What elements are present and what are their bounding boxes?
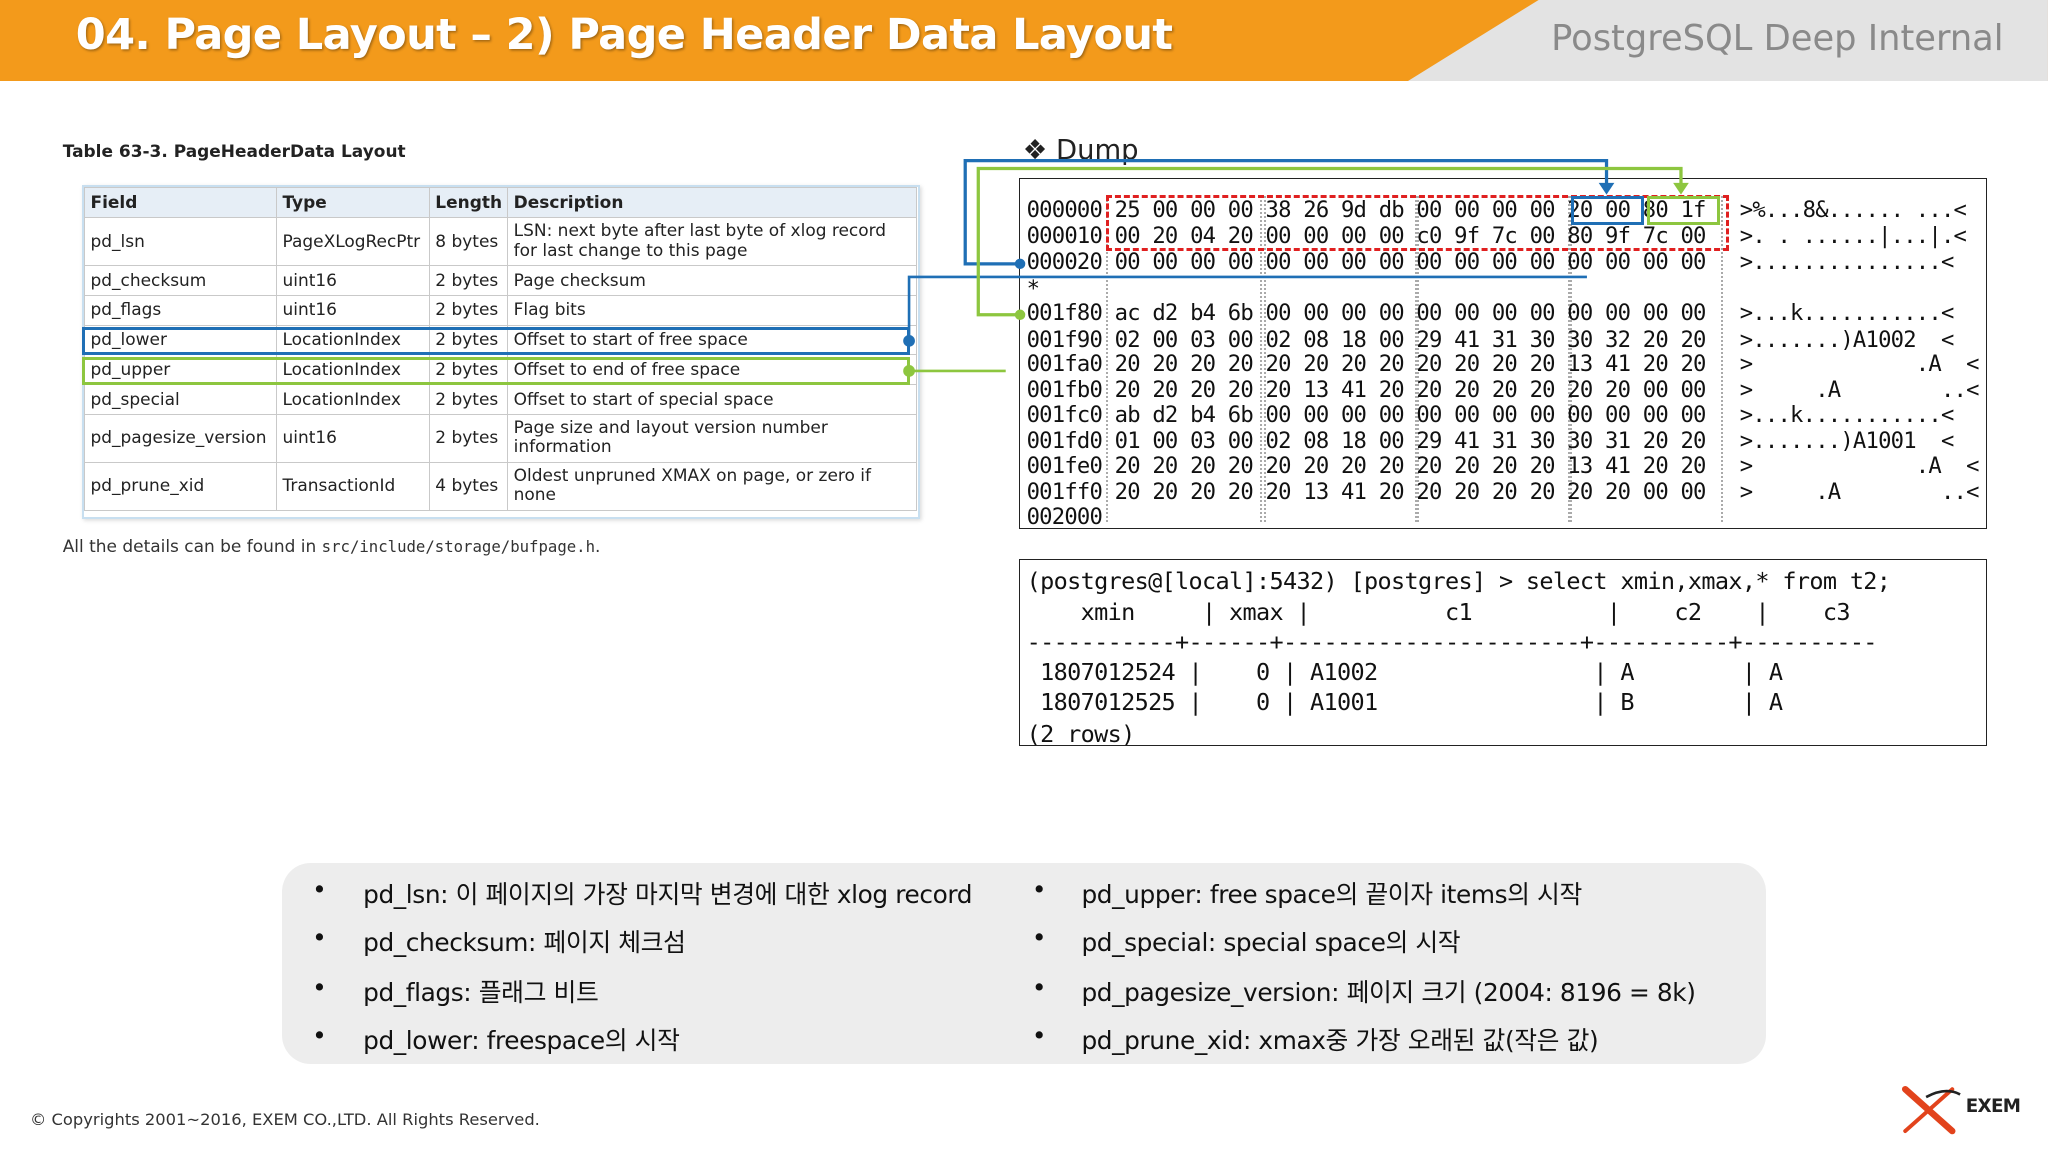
table-header-row: Field Type Length Description [84,187,918,219]
table-title: Table 63-3. PageHeaderData Layout [62,142,406,163]
cell-description: LSN: next byte after last byte of xlog r… [507,217,918,267]
bullet-marker: • [1031,1021,1047,1051]
dump-hex-line: * [1026,275,1040,302]
dump-ascii-line: > .A < [1739,453,1980,480]
cell-field: pd_pagesize_version [84,413,278,463]
sql-row-count: (2 rows) [1026,719,1136,748]
dump-hex-line: 001fa0 20 20 20 20 20 20 20 20 20 20 20 … [1026,351,1707,378]
pd-upper-highlight [82,356,911,386]
dump-ascii-line: >...............< [1739,249,1955,276]
dump-ascii-line: >...k...........< [1739,300,1955,327]
exem-logo-text: EXEM [1965,1095,2021,1117]
bullet-marker: • [1031,875,1047,905]
sql-row: 1807012524 | 0 | A1002 | A | A [1026,658,1783,687]
dump-ascii-line: >.......)A1002 < [1739,326,1955,353]
pd-upper-bytes-box [1647,195,1721,225]
table-row: pd_flags uint16 2 bytes Flag bits [84,294,918,326]
cell-type: uint16 [276,294,431,326]
dump-ascii-line: >%...8&...... ...< [1739,197,1967,224]
cell-field: pd_special [84,384,278,415]
dump-ascii-line: >. . ......|...|.< [1739,223,1967,250]
slide-subtitle: PostgreSQL Deep Internal [1551,18,2004,60]
dump-ascii-line: > .A ..< [1739,377,1980,404]
dump-hex-line: 001fb0 20 20 20 20 20 13 41 20 20 20 20 … [1026,377,1707,404]
cell-length: 4 bytes [429,461,509,511]
slide: 04. Page Layout – 2) Page Header Data La… [0,0,2048,1152]
dump-ascii-line: > .A ..< [1739,479,1980,506]
table-row: pd_prune_xid TransactionId 4 bytes Oldes… [84,461,918,511]
exem-logo-icon [1902,1086,1962,1135]
cell-field: pd_prune_xid [84,461,278,511]
bullet-pd-lower: pd_lower: freespace의 시작 [363,1026,680,1056]
table-row: pd_lsn PageXLogRecPtr 8 bytes LSN: next … [84,217,918,267]
bullet-pd-prune-xid: pd_prune_xid: xmax중 가장 오래된 값(작은 값) [1081,1026,1599,1056]
dump-title: ❖ Dump [1022,134,1139,166]
pd-lower-bytes-box [1571,195,1645,225]
sql-query: (postgres@[local]:5432) [postgres] > sel… [1026,566,1891,595]
sql-header: xmin | xmax | c1 | c2 | c3 [1026,598,1851,627]
cell-length: 2 bytes [429,384,509,415]
bullet-pd-checksum: pd_checksum: 페이지 체크섬 [363,928,686,958]
col-header-type: Type [276,187,431,219]
dump-hex-line: 000020 00 00 00 00 00 00 00 00 00 00 00 … [1026,249,1707,276]
cell-length: 2 bytes [429,413,509,463]
dump-hex-line: 002000 [1026,504,1103,531]
cell-type: LocationIndex [276,384,431,415]
cell-description: Oldest unpruned XMAX on page, or zero if… [507,461,918,511]
bullet-pd-flags: pd_flags: 플래그 비트 [363,978,599,1008]
cell-length: 2 bytes [429,265,509,296]
bullet-marker: • [1031,973,1047,1003]
dump-ascii-line: >...k...........< [1739,402,1955,429]
cell-description: Offset to start of special space [507,384,918,415]
bullet-marker: • [312,875,327,905]
bullet-marker: • [312,973,327,1003]
dump-hex-line: 001fd0 01 00 03 00 02 08 18 00 29 41 31 … [1026,428,1707,455]
bullet-pd-pagesize-version: pd_pagesize_version: 페이지 크기 (2004: 8196 … [1081,978,1696,1008]
bullet-pd-lsn: pd_lsn: 이 페이지의 가장 마지막 변경에 대한 xlog record [363,880,973,910]
cell-description: Page size and layout version number info… [507,413,918,463]
bullet-marker: • [312,923,327,953]
dump-ascii-line: >.......)A1001 < [1739,428,1955,455]
dump-hex-line: 001fe0 20 20 20 20 20 20 20 20 20 20 20 … [1026,453,1707,480]
source-path: src/include/storage/bufpage.h [321,536,596,556]
bullet-marker: • [1031,923,1047,953]
sql-separator: -----------+------+---------------------… [1026,628,1878,657]
sql-row: 1807012525 | 0 | A1001 | B | A [1026,688,1783,717]
cell-field: pd_flags [84,294,278,326]
col-header-description: Description [507,187,918,219]
cell-length: 2 bytes [429,294,509,326]
bullet-marker: • [312,1021,327,1051]
table-row: pd_pagesize_version uint16 2 bytes Page … [84,413,918,463]
cell-field: pd_lsn [84,217,278,267]
bullet-pd-upper: pd_upper: free space의 끝이자 items의 시작 [1081,880,1582,910]
cell-length: 8 bytes [429,217,509,267]
cell-type: uint16 [276,413,431,463]
table-note: All the details can be found in src/incl… [62,536,601,557]
slide-title: 04. Page Layout – 2) Page Header Data La… [75,10,1173,61]
cell-type: uint16 [276,265,431,296]
copyright-text: © Copyrights 2001~2016, EXEM CO.,LTD. Al… [30,1110,540,1130]
table-row: pd_special LocationIndex 2 bytes Offset … [84,384,918,415]
dump-hex-line: 001fc0 ab d2 b4 6b 00 00 00 00 00 00 00 … [1026,402,1707,429]
cell-field: pd_checksum [84,265,278,296]
cell-description: Flag bits [507,294,918,326]
pd-lower-highlight [82,326,911,356]
cell-type: PageXLogRecPtr [276,217,431,267]
col-header-length: Length [429,187,509,219]
cell-type: TransactionId [276,461,431,511]
dump-hex-line: 001f90 02 00 03 00 02 08 18 00 29 41 31 … [1026,326,1707,353]
dump-hex-line: 001f80 ac d2 b4 6b 00 00 00 00 00 00 00 … [1026,300,1707,327]
table-row: pd_checksum uint16 2 bytes Page checksum [84,265,918,296]
bullet-pd-special: pd_special: special space의 시작 [1081,928,1461,958]
col-header-field: Field [84,187,278,219]
dump-ascii-line: > .A < [1739,351,1980,378]
cell-description: Page checksum [507,265,918,296]
dump-hex-line: 001ff0 20 20 20 20 20 13 41 20 20 20 20 … [1026,479,1707,506]
